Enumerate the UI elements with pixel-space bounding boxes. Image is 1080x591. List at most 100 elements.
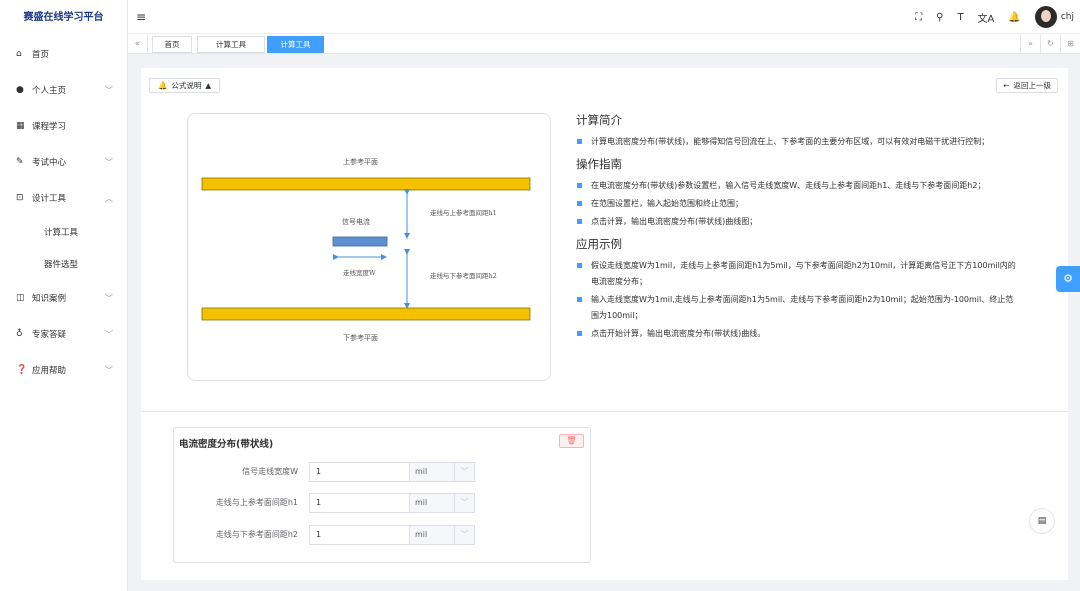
tabs-bar: « 首页 计算工具 计算工具 » ↻ ⊞ [128,34,1080,54]
back-button[interactable]: ← 返回上一级 [996,78,1058,93]
back-button-label: 返回上一级 [1013,81,1052,90]
signal-trace [332,236,388,247]
unit-value: mil [415,467,428,476]
sidebar-item-label: 设计工具 [32,194,67,204]
tabs-menu-icon[interactable]: ⊞ [1060,34,1080,54]
param-label: 走线与上参考面间距h1 [215,498,298,507]
sidebar-item-label: 首页 [32,50,50,60]
avatar[interactable] [1034,6,1057,28]
sidebar-subitem-component-select[interactable]: 器件选型 [0,248,127,280]
tab-calc-tool[interactable]: 计算工具 [197,36,265,53]
formula-button[interactable]: 🔔 公式说明 ▲ [149,78,221,93]
hamburger-icon[interactable]: ≡ [136,10,146,24]
caret-up-icon: ▲ [205,81,212,90]
exam-icon: ✎ [16,157,24,167]
expert-icon: ♁ [16,329,23,339]
unit-value: mil [415,498,428,507]
book-icon: ◫ [16,293,25,303]
example-bullet: 输入走线宽度W为1mil,走线与上参考面间距h1为5mil、走线与下参考面间距h… [576,292,1016,324]
tab-home[interactable]: 首页 [152,36,192,53]
guide-bullet: 点击计算，输出电流密度分布(带状线)曲线图； [576,214,1016,230]
home-icon: ⌂ [16,49,22,59]
sidebar-item-label: 个人主页 [32,86,67,96]
param-area: 电流密度分布(带状线) 🗑 信号走线宽度W 1 mil ﹀ 走线与上参考面间距h… [141,412,1068,580]
sidebar-item-help[interactable]: ❓ 应用帮助 ﹀ [0,352,127,388]
font-size-icon[interactable]: T [957,12,963,23]
tool-intro-card: 🔔 公式说明 ▲ ← 返回上一级 上参考平面 走线与上参考面间距h1 信号电流 … [141,68,1068,411]
sidebar-item-expert[interactable]: ♁ 专家答疑 ﹀ [0,316,127,352]
intro-text: 计算简介 计算电流密度分布(带状线)，能够得知信号回流在上、下参考面的主要分布区… [576,112,1016,344]
param-row-h2: 走线与下参考面间距h2 1 mil ﹀ [174,525,590,545]
param-row-width: 信号走线宽度W 1 mil ﹀ [174,462,590,482]
chevron-down-icon: ﹀ [454,526,474,544]
help-icon: ❓ [16,365,28,375]
bell-icon: 🔔 [158,81,168,90]
h2-input[interactable]: 1 [309,525,409,545]
trash-icon: 🗑 [566,436,577,445]
chevron-down-icon: ﹀ [105,365,113,375]
chevron-up-icon: ︿ [105,193,113,203]
sidebar-item-knowledge[interactable]: ◫ 知识案例 ﹀ [0,280,127,316]
param-label: 走线与下参考面间距h2 [215,530,298,539]
chat-icon: ▤ [1037,516,1047,526]
chevron-down-icon: ﹀ [454,463,474,481]
guide-bullet: 在范围设置栏，输入起始范围和终止范围； [576,196,1016,212]
h1-input[interactable]: 1 [309,493,409,513]
app-logo-title[interactable]: 赛盛在线学习平台 [0,0,127,36]
tabs-scroll-right-icon[interactable]: » [1020,34,1040,54]
header-actions: ⛶ ⚲ T 文A 🔔 chj [915,5,1074,29]
username[interactable]: chj [1061,12,1074,22]
param-card: 电流密度分布(带状线) 🗑 信号走线宽度W 1 mil ﹀ 走线与上参考面间距h… [173,427,591,563]
width-unit-select[interactable]: mil ﹀ [409,462,475,482]
sidebar-item-label: 专家答疑 [32,330,67,340]
formula-button-label: 公式说明 [171,81,202,90]
translate-icon[interactable]: 文A [978,10,995,25]
sidebar-item-home[interactable]: ⌂ 首页 [0,36,127,72]
sidebar-item-label: 课程学习 [32,122,67,132]
search-icon[interactable]: ⚲ [936,12,943,23]
gear-icon: ⚙ [1063,272,1073,285]
unit-value: mil [415,530,428,539]
settings-float-button[interactable]: ⚙ [1056,266,1080,292]
h2-unit-select[interactable]: mil ﹀ [409,525,475,545]
chevron-down-icon: ﹀ [105,329,113,339]
section-title-guide: 操作指南 [576,157,622,171]
chevron-down-icon: ﹀ [105,293,113,303]
sidebar: 赛盛在线学习平台 ⌂ 首页 ● 个人主页 ﹀ ▦ 课程学习 ✎ 考试中心 ﹀ ⊡… [0,0,128,591]
user-icon: ● [16,85,24,95]
param-label: 信号走线宽度W [242,467,298,476]
intro-bullet: 计算电流密度分布(带状线)，能够得知信号回流在上、下参考面的主要分布区域，可以有… [576,134,1016,150]
sidebar-item-courses[interactable]: ▦ 课程学习 [0,108,127,144]
width-input[interactable]: 1 [309,462,409,482]
tabs-scroll-left-icon[interactable]: « [128,34,148,54]
toolbox-icon: ⊡ [16,193,24,203]
signal-label: 信号电流 [342,217,370,226]
delete-button[interactable]: 🗑 [559,434,584,448]
top-reference-plane [201,177,531,191]
fullscreen-icon[interactable]: ⛶ [915,12,922,23]
sidebar-item-design-tools[interactable]: ⊡ 设计工具 ︿ [0,180,127,216]
param-row-h1: 走线与上参考面间距h1 1 mil ﹀ [174,493,590,513]
chevron-down-icon: ﹀ [105,85,113,95]
chevron-down-icon: ﹀ [105,157,113,167]
guide-bullet: 在电流密度分布(带状线)参数设置栏，输入信号走线宽度W、走线与上参考面间距h1、… [576,178,1016,194]
sidebar-item-label: 应用帮助 [32,366,67,376]
param-title: 电流密度分布(带状线) [179,439,274,450]
top-header: ≡ ⛶ ⚲ T 文A 🔔 chj [128,0,1080,34]
h2-label: 走线与下参考面间距h2 [430,271,497,280]
sidebar-item-exam[interactable]: ✎ 考试中心 ﹀ [0,144,127,180]
h1-unit-select[interactable]: mil ﹀ [409,493,475,513]
bell-icon[interactable]: 🔔 [1008,12,1020,23]
tab-calc-tool-active[interactable]: 计算工具 [267,36,324,53]
bottom-plane-label: 下参考平面 [343,333,378,342]
sidebar-item-profile[interactable]: ● 个人主页 ﹀ [0,72,127,108]
refresh-icon[interactable]: ↻ [1040,34,1060,54]
top-plane-label: 上参考平面 [343,157,378,166]
bottom-reference-plane [201,307,531,321]
chat-float-button[interactable]: ▤ [1029,508,1055,534]
h1-label: 走线与上参考面间距h1 [430,208,497,217]
width-label: 走线宽度W [343,268,376,277]
sidebar-item-label: 考试中心 [32,158,67,168]
section-title-example: 应用示例 [576,237,622,251]
sidebar-subitem-calc-tool[interactable]: 计算工具 [0,216,127,248]
